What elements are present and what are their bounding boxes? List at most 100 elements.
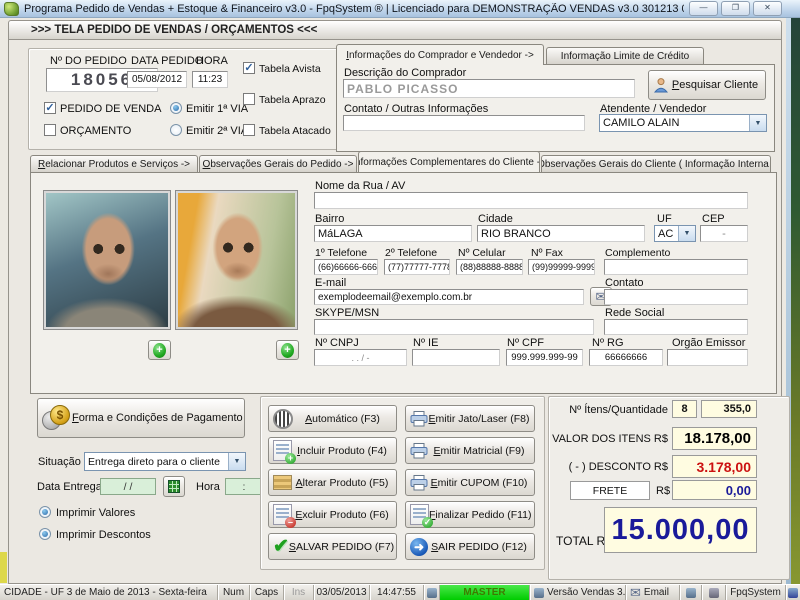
client-photo-1 [43, 190, 171, 330]
desconto-box: 3.178,00 [672, 455, 757, 478]
itens-count-box: 8 [672, 400, 697, 418]
tabela-aprazo-checkbox[interactable] [243, 93, 255, 105]
chevron-down-icon[interactable]: ▼ [749, 115, 766, 131]
emitir-cupom-button[interactable]: Emitir CUPOM (F10) [405, 469, 535, 496]
tab-observacoes-cliente[interactable]: Observações Gerais do Cliente ( Informaç… [541, 155, 771, 172]
window-controls: — ❐ ✕ [689, 1, 782, 16]
contato-outras-field[interactable] [343, 115, 585, 131]
order-date-label: DATA PEDIDO [131, 55, 204, 67]
ie-field[interactable] [412, 349, 500, 366]
frete-button[interactable]: FRETE [570, 481, 650, 500]
descricao-comprador-field[interactable]: PABLO PICASSO [343, 79, 635, 98]
emitir-1via-label: Emitir 1ª VIA [186, 103, 249, 115]
pesquisar-cliente-label: Pesquisar Cliente [671, 79, 759, 91]
arrow-right-icon: ➜ [410, 537, 428, 556]
sair-pedido-button[interactable]: ➜ SAIR PEDIDO (F12) [405, 533, 535, 560]
uf-value: AC [658, 227, 674, 240]
alterar-produto-button[interactable]: Alterar Produto (F5) [268, 469, 397, 496]
rua-field[interactable] [314, 192, 748, 209]
client-photo-2 [175, 190, 298, 330]
rua-label: Nome da Rua / AV [315, 180, 406, 192]
situacao-label: Situação [38, 456, 81, 468]
excluir-produto-button[interactable]: Excluir Produto (F6) [268, 501, 397, 528]
tab-comprador-vendedor[interactable]: Informações do Comprador e Vendedor -> [336, 44, 544, 65]
printer-icon [410, 474, 428, 490]
emitir-1via-radio[interactable] [170, 102, 182, 114]
forma-pagamento-button[interactable]: Forma e Condições de Pagamento [37, 398, 245, 438]
itens-qtd-box: 355,0 [701, 400, 757, 418]
contato-field[interactable] [604, 289, 748, 305]
order-time-field[interactable]: 11:23 [192, 71, 228, 88]
minimize-icon[interactable]: — [689, 1, 718, 16]
incluir-produto-label: Incluir Produto (F4) [297, 444, 387, 457]
emitir-matricial-button[interactable]: Emitir Matricial (F9) [405, 437, 535, 464]
tabela-atacado-checkbox[interactable] [243, 124, 255, 136]
emitir-cupom-label: Emitir CUPOM (F10) [430, 476, 528, 489]
tel2-field[interactable]: (77)77777-7778 [384, 259, 450, 275]
pedido-venda-checkbox[interactable] [44, 102, 56, 114]
status-email[interactable]: ✉ Email [626, 585, 680, 600]
celular-field[interactable]: (88)88888-8888 [456, 259, 523, 275]
orgao-emissor-field[interactable] [667, 349, 748, 366]
envelope-icon: ✉ [630, 585, 641, 600]
email-field[interactable]: exemplodeemail@exemplo.com.br [314, 289, 584, 305]
cpf-label: Nº CPF [507, 337, 545, 349]
orcamento-checkbox[interactable] [44, 124, 56, 136]
situacao-combobox[interactable]: Entrega direto para o cliente ▼ [84, 452, 246, 471]
frete-box: 0,00 [672, 480, 757, 500]
uf-combobox[interactable]: AC ▼ [654, 225, 696, 242]
finalizar-pedido-button[interactable]: Finalizar Pedido (F11) [405, 501, 535, 528]
tab-observacoes-pedido[interactable]: Observações Gerais do Pedido -> [199, 155, 357, 172]
sales-order-app: { "window": { "title": "Programa Pedido … [0, 0, 800, 600]
imprimir-valores-radio[interactable] [39, 506, 51, 518]
emitir-jato-laser-button[interactable]: Emitir Jato/Laser (F8) [405, 405, 535, 432]
calendar-button[interactable] [163, 476, 185, 497]
tab-info-complementares[interactable]: Informações Complementares do Cliente -> [358, 151, 540, 172]
complemento-field[interactable] [604, 259, 748, 275]
order-date-field[interactable]: 05/08/2012 [127, 71, 187, 88]
contato-outras-label: Contato / Outras Informações [344, 103, 489, 115]
incluir-produto-button[interactable]: Incluir Produto (F4) [268, 437, 397, 464]
skype-field[interactable] [314, 319, 594, 335]
close-icon[interactable]: ✕ [753, 1, 782, 16]
add-photo-1-button[interactable]: + [148, 340, 171, 360]
sair-pedido-label: SAIR PEDIDO (F12) [431, 540, 527, 553]
tab-limite-credito[interactable]: Informação Limite de Crédito [546, 47, 704, 64]
atendente-value: CAMILO ALAIN [603, 117, 680, 129]
emitir-2via-radio[interactable] [170, 124, 182, 136]
pesquisar-cliente-button[interactable]: Pesquisar Cliente [648, 70, 766, 100]
emitir-2via-label: Emitir 2ª VIA [186, 125, 249, 137]
rede-social-field[interactable] [604, 319, 748, 335]
tab-relacionar-produtos[interactable]: Relacionar Produtos e Serviços -> [30, 155, 198, 172]
automatico-button[interactable]: Automático (F3) [268, 405, 397, 432]
rg-field[interactable]: 66666666 [589, 349, 663, 366]
atendente-combobox[interactable]: CAMILO ALAIN ▼ [599, 114, 767, 132]
tabela-avista-checkbox[interactable] [243, 62, 255, 74]
fax-field[interactable]: (99)99999-9999 [528, 259, 595, 275]
add-icon: + [281, 342, 294, 358]
status-time: 14:47:55 [370, 585, 424, 600]
chevron-down-icon[interactable]: ▼ [678, 226, 695, 241]
imprimir-descontos-radio[interactable] [39, 528, 51, 540]
tel1-field[interactable]: (66)66666-6666 [314, 259, 378, 275]
chevron-down-icon[interactable]: ▼ [228, 453, 245, 470]
maximize-icon[interactable]: ❐ [721, 1, 750, 16]
email-label: E-mail [315, 277, 347, 289]
status-num: Num [218, 585, 250, 600]
hora-entrega-field[interactable]: : [225, 478, 263, 495]
order-time-label: HORA [196, 55, 228, 67]
status-master-badge: MASTER [440, 585, 530, 600]
cpf-field[interactable]: 999.999.999-99 [506, 349, 583, 366]
ie-label: Nº IE [413, 337, 439, 349]
cidade-field[interactable]: RIO BRANCO [477, 225, 645, 242]
add-photo-2-button[interactable]: + [276, 340, 299, 360]
tel1-label: 1º Telefone [315, 247, 368, 259]
salvar-pedido-button[interactable]: ✔ SALVAR PEDIDO (F7) [268, 533, 397, 560]
cep-field[interactable]: - [700, 225, 748, 242]
status-bar: CIDADE - UF 3 de Maio de 2013 - Sexta-fe… [0, 584, 800, 600]
add-icon: + [153, 342, 166, 358]
automatico-label: Automático (F3) [305, 412, 380, 425]
bairro-field[interactable]: MáLAGA [314, 225, 472, 242]
data-entrega-field[interactable]: / / [100, 478, 156, 495]
cnpj-field[interactable]: . . / - [314, 349, 407, 366]
